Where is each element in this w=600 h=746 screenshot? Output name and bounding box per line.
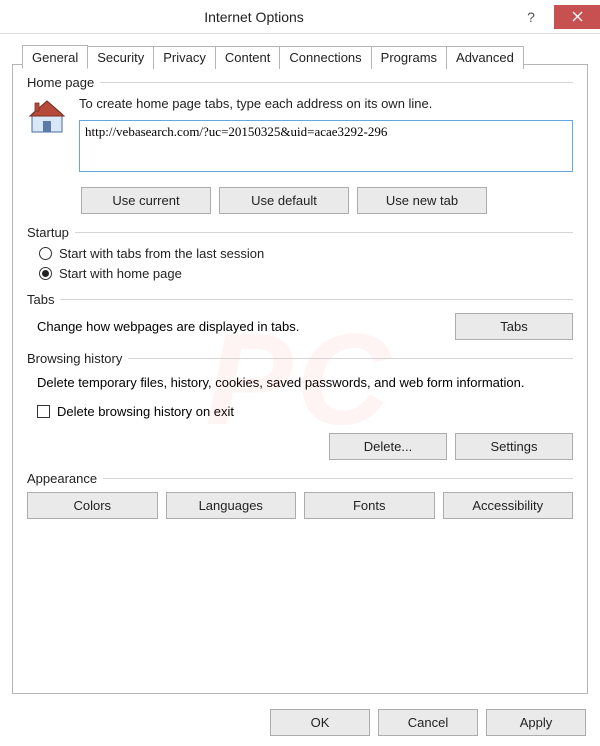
tab-content[interactable]: Content bbox=[215, 46, 281, 69]
tab-connections[interactable]: Connections bbox=[279, 46, 371, 69]
delete-on-exit-label: Delete browsing history on exit bbox=[57, 404, 234, 419]
tabs-title: Tabs bbox=[27, 292, 60, 307]
use-current-button[interactable]: Use current bbox=[81, 187, 211, 214]
startup-title: Startup bbox=[27, 225, 75, 240]
general-panel: PC Home page To create home page tabs, t… bbox=[12, 64, 588, 694]
tabs-button[interactable]: Tabs bbox=[455, 313, 573, 340]
colors-button[interactable]: Colors bbox=[27, 492, 158, 519]
tab-advanced[interactable]: Advanced bbox=[446, 46, 524, 69]
tab-general[interactable]: General bbox=[22, 45, 88, 69]
homepage-input[interactable] bbox=[79, 120, 573, 172]
apply-button[interactable]: Apply bbox=[486, 709, 586, 736]
tabs-desc: Change how webpages are displayed in tab… bbox=[37, 319, 443, 334]
ok-button[interactable]: OK bbox=[270, 709, 370, 736]
delete-button[interactable]: Delete... bbox=[329, 433, 447, 460]
cancel-button[interactable]: Cancel bbox=[378, 709, 478, 736]
use-default-button[interactable]: Use default bbox=[219, 187, 349, 214]
accessibility-button[interactable]: Accessibility bbox=[443, 492, 574, 519]
history-title: Browsing history bbox=[27, 351, 128, 366]
appearance-section: Appearance Colors Languages Fonts Access… bbox=[27, 471, 573, 519]
appearance-title: Appearance bbox=[27, 471, 103, 486]
help-button[interactable]: ? bbox=[508, 5, 554, 29]
startup-home-radio[interactable]: Start with home page bbox=[39, 266, 573, 281]
tab-programs[interactable]: Programs bbox=[371, 46, 447, 69]
homepage-title: Home page bbox=[27, 75, 100, 90]
window-title: Internet Options bbox=[0, 9, 508, 25]
homepage-desc: To create home page tabs, type each addr… bbox=[79, 96, 573, 111]
tab-security[interactable]: Security bbox=[87, 46, 154, 69]
history-section: Browsing history Delete temporary files,… bbox=[27, 351, 573, 460]
close-icon bbox=[572, 11, 583, 22]
delete-on-exit-checkbox[interactable]: Delete browsing history on exit bbox=[37, 404, 573, 419]
radio-checked-icon bbox=[39, 267, 52, 280]
use-new-tab-button[interactable]: Use new tab bbox=[357, 187, 487, 214]
homepage-section: Home page To create home page tabs, type… bbox=[27, 75, 573, 214]
tab-privacy[interactable]: Privacy bbox=[153, 46, 216, 69]
tab-strip: General Security Privacy Content Connect… bbox=[22, 46, 590, 69]
startup-last-label: Start with tabs from the last session bbox=[59, 246, 264, 261]
startup-section: Startup Start with tabs from the last se… bbox=[27, 225, 573, 281]
checkbox-icon bbox=[37, 405, 50, 418]
fonts-button[interactable]: Fonts bbox=[304, 492, 435, 519]
titlebar: Internet Options ? bbox=[0, 0, 600, 34]
tabs-section: Tabs Change how webpages are displayed i… bbox=[27, 292, 573, 340]
settings-button[interactable]: Settings bbox=[455, 433, 573, 460]
dialog-footer: OK Cancel Apply bbox=[270, 709, 586, 736]
languages-button[interactable]: Languages bbox=[166, 492, 297, 519]
history-desc: Delete temporary files, history, cookies… bbox=[37, 374, 563, 392]
home-icon bbox=[27, 96, 67, 136]
close-button[interactable] bbox=[554, 5, 600, 29]
radio-icon bbox=[39, 247, 52, 260]
startup-home-label: Start with home page bbox=[59, 266, 182, 281]
startup-last-radio[interactable]: Start with tabs from the last session bbox=[39, 246, 573, 261]
